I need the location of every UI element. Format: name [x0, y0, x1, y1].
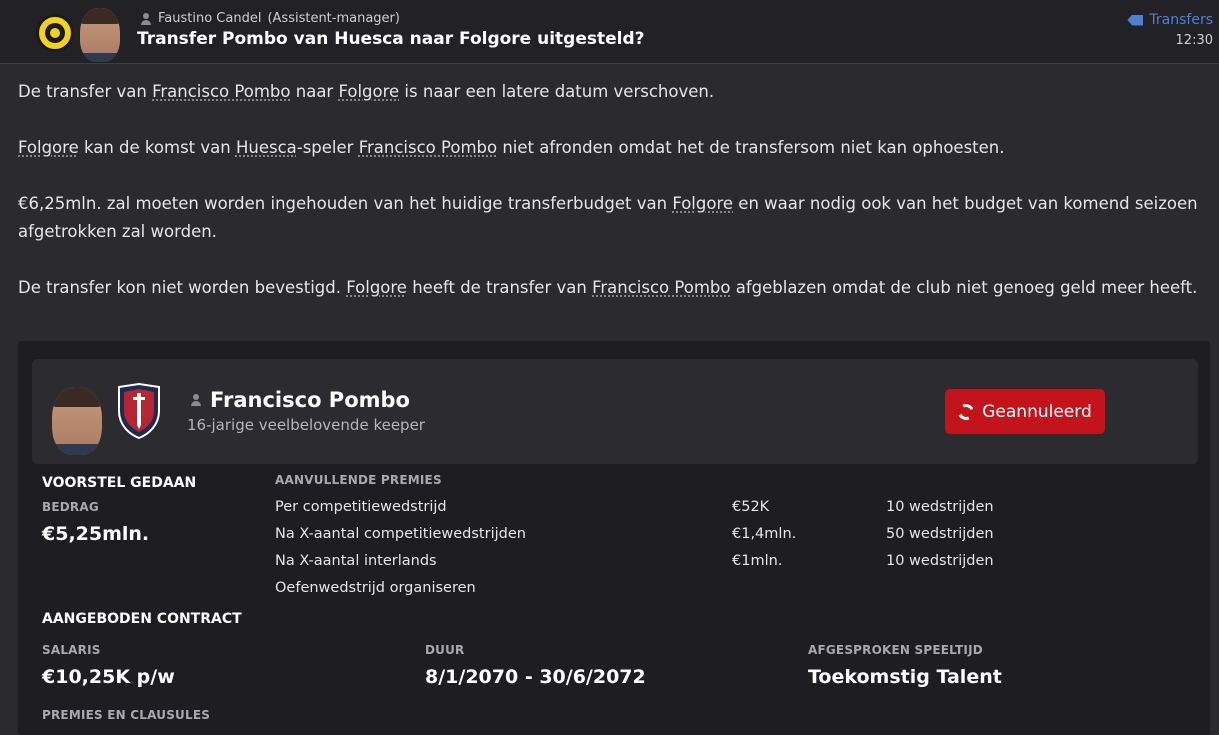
club-crest-icon[interactable]: [116, 383, 162, 439]
message-time: 12:30: [1175, 33, 1213, 48]
club-link[interactable]: Folgore: [18, 138, 79, 157]
player-avatar[interactable]: [52, 387, 102, 455]
text: -speler: [296, 138, 359, 157]
sender-role: (Assistent-manager): [267, 11, 400, 26]
sender-line: Faustino Candel (Assistent-manager): [140, 11, 400, 26]
status-cancelled-button[interactable]: Geannuleerd: [945, 389, 1105, 434]
amount-value: €5,25mln.: [42, 523, 150, 545]
paragraph-4: De transfer kon niet worden bevestigd. F…: [18, 274, 1213, 302]
sender-avatar[interactable]: [80, 8, 120, 62]
bonuses-label: AANVULLENDE PREMIES: [275, 473, 442, 487]
bonus-name: Oefenwedstrijd organiseren: [275, 580, 476, 596]
player-link[interactable]: Francisco Pombo: [359, 138, 497, 157]
text: is naar een latere datum verschoven.: [399, 82, 715, 101]
text: naar: [290, 82, 339, 101]
bonus-name: Na X-aantal interlands: [275, 553, 437, 569]
paragraph-3: €6,25mln. zal moeten worden ingehouden v…: [18, 190, 1213, 246]
text: niet afronden omdat het de transfersom n…: [497, 138, 1005, 157]
player-link[interactable]: Francisco Pombo: [592, 278, 730, 297]
player-description: 16-jarige veelbelovende keeper: [187, 416, 425, 434]
person-icon: [140, 12, 152, 25]
playtime-label: AFGESPROKEN SPEELTIJD: [808, 643, 983, 657]
paragraph-2: Folgore kan de komst van Huesca-speler F…: [18, 134, 1213, 162]
club-link[interactable]: Folgore: [338, 82, 399, 101]
bonus-condition: 10 wedstrijden: [886, 553, 994, 569]
message-body: De transfer van Francisco Pombo naar Fol…: [18, 78, 1213, 330]
bonus-value: €1mln.: [732, 553, 783, 569]
text: De transfer van: [18, 82, 153, 101]
text: De transfer kon niet worden bevestigd.: [18, 278, 347, 297]
amount-label: BEDRAG: [42, 500, 99, 514]
club-link[interactable]: Folgore: [672, 194, 733, 213]
offer-heading: VOORSTEL GEDAAN: [42, 475, 197, 491]
category-link[interactable]: Transfers: [1127, 12, 1213, 28]
player-card: Francisco Pombo 16-jarige veelbelovende …: [32, 359, 1198, 464]
bonus-name: Per competitiewedstrijd: [275, 499, 447, 515]
player-name[interactable]: Francisco Pombo: [210, 388, 410, 412]
playtime-value: Toekomstig Talent: [808, 666, 1002, 688]
refresh-icon: [955, 401, 977, 422]
duration-value: 8/1/2070 - 30/6/2072: [425, 666, 646, 688]
club-badge-icon: [36, 14, 74, 52]
message-subject: Transfer Pombo van Huesca naar Folgore u…: [137, 29, 645, 49]
player-link[interactable]: Francisco Pombo: [152, 82, 290, 101]
clauses-label: PREMIES EN CLAUSULES: [42, 708, 211, 722]
message-header: Faustino Candel (Assistent-manager) Tran…: [0, 0, 1219, 64]
bonus-condition: 50 wedstrijden: [886, 526, 994, 542]
contract-heading: AANGEBODEN CONTRACT: [42, 611, 242, 627]
status-label: Geannuleerd: [982, 401, 1092, 422]
salary-label: SALARIS: [42, 643, 101, 657]
bonus-value: €1,4mln.: [732, 526, 797, 542]
bonus-condition: 10 wedstrijden: [886, 499, 994, 515]
duration-label: DUUR: [425, 643, 465, 657]
person-icon: [190, 394, 202, 406]
bonus-name: Na X-aantal competitiewedstrijden: [275, 526, 526, 542]
player-name-row: Francisco Pombo: [190, 388, 410, 412]
text: kan de komst van: [78, 138, 236, 157]
text: heeft de transfer van: [406, 278, 593, 297]
transfer-panel: Francisco Pombo 16-jarige veelbelovende …: [18, 341, 1210, 735]
category-label[interactable]: Transfers: [1149, 12, 1213, 28]
bonus-value: €52K: [732, 499, 770, 515]
salary-value: €10,25K p/w: [42, 666, 175, 688]
club-link[interactable]: Huesca: [236, 138, 297, 157]
paragraph-1: De transfer van Francisco Pombo naar Fol…: [18, 78, 1213, 106]
club-link[interactable]: Folgore: [346, 278, 407, 297]
sender-name[interactable]: Faustino Candel: [158, 11, 261, 26]
text: €6,25mln. zal moeten worden ingehouden v…: [18, 194, 673, 213]
tag-icon: [1127, 14, 1144, 26]
text: afgeblazen omdat de club niet genoeg gel…: [730, 278, 1198, 297]
